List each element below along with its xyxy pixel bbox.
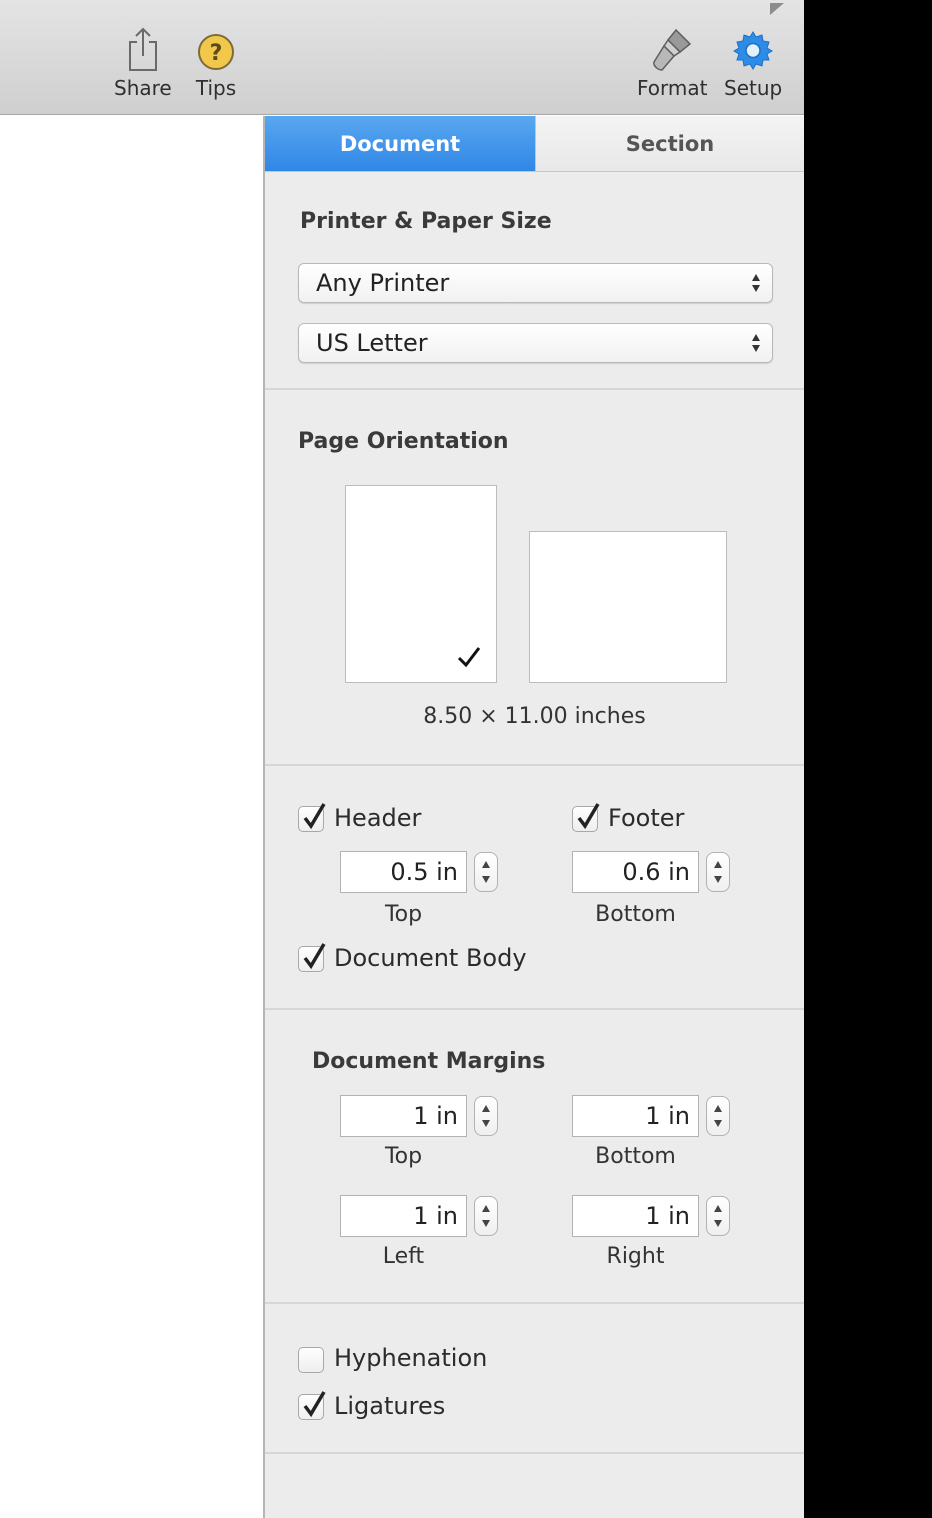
document-margins-heading: Document Margins	[312, 1049, 546, 1074]
divider	[265, 1302, 804, 1304]
document-canvas[interactable]	[0, 116, 263, 1518]
divider	[265, 1452, 804, 1454]
stepper-arrows-icon	[482, 1105, 490, 1127]
tab-section[interactable]: Section	[535, 116, 804, 171]
tips-label: Tips	[195, 76, 237, 100]
document-body-label: Document Body	[334, 944, 527, 972]
ligatures-label: Ligatures	[334, 1392, 446, 1420]
paintbrush-icon	[650, 22, 694, 72]
inspector-tabs: Document Section	[265, 116, 804, 172]
gear-icon	[731, 22, 775, 72]
margin-top-field[interactable]: 1 in	[340, 1095, 467, 1137]
portrait-orientation-option[interactable]	[345, 485, 497, 683]
footer-label: Footer	[608, 804, 685, 832]
margin-bottom-field[interactable]: 1 in	[572, 1095, 699, 1137]
tab-document[interactable]: Document	[265, 116, 535, 171]
margin-bottom-stepper[interactable]	[706, 1096, 730, 1136]
toolbar: Share ? Tips Format Setup	[0, 0, 804, 115]
footer-distance-stepper[interactable]	[706, 852, 730, 892]
stepper-arrows-icon	[482, 1205, 490, 1227]
paper-size-select[interactable]: US Letter	[298, 323, 773, 363]
setup-label: Setup	[724, 76, 783, 100]
margin-right-stepper[interactable]	[706, 1196, 730, 1236]
stepper-arrows-icon	[714, 1105, 722, 1127]
tips-button[interactable]: ? Tips	[194, 22, 238, 100]
footer-distance-field[interactable]: 0.6 in	[572, 851, 699, 893]
footer-checkbox[interactable]	[572, 803, 600, 832]
format-label: Format	[637, 76, 708, 100]
margin-left-label: Left	[382, 1244, 425, 1269]
format-button[interactable]: Format	[637, 22, 707, 100]
hyphenation-label: Hyphenation	[334, 1344, 488, 1372]
printer-paper-heading: Printer & Paper Size	[300, 209, 552, 234]
svg-text:?: ?	[210, 41, 223, 66]
document-inspector: Document Section Printer & Paper Size An…	[263, 116, 804, 1518]
popup-arrows-icon	[752, 274, 760, 292]
margin-left-field[interactable]: 1 in	[340, 1195, 467, 1237]
margin-top-label: Top	[384, 1144, 423, 1169]
checkmark-icon	[303, 943, 326, 970]
stepper-arrows-icon	[714, 1205, 722, 1227]
printer-select[interactable]: Any Printer	[298, 263, 773, 303]
stepper-arrows-icon	[714, 861, 722, 883]
question-mark-icon: ?	[194, 22, 238, 72]
checkmark-icon	[577, 803, 600, 830]
page-orientation-heading: Page Orientation	[298, 429, 509, 454]
share-icon	[121, 22, 165, 72]
footer-bottom-label: Bottom	[595, 902, 676, 927]
document-body-checkbox[interactable]	[298, 943, 326, 972]
margin-right-field[interactable]: 1 in	[572, 1195, 699, 1237]
checkmark-icon	[303, 803, 326, 830]
share-label: Share	[114, 76, 172, 100]
printer-select-value: Any Printer	[316, 269, 450, 297]
checkmark-icon	[457, 647, 481, 668]
header-top-label: Top	[384, 902, 423, 927]
divider	[265, 764, 804, 766]
header-distance-stepper[interactable]	[474, 852, 498, 892]
header-distance-field[interactable]: 0.5 in	[340, 851, 467, 893]
divider	[265, 388, 804, 390]
app-window: Share ? Tips Format Setup Document Secti…	[0, 0, 804, 1518]
fullscreen-icon[interactable]	[770, 0, 784, 15]
header-label: Header	[334, 804, 422, 832]
share-button[interactable]: Share	[114, 22, 172, 100]
popup-arrows-icon	[752, 334, 760, 352]
landscape-orientation-option[interactable]	[529, 531, 727, 683]
paper-size-select-value: US Letter	[316, 329, 428, 357]
ligatures-checkbox[interactable]	[298, 1391, 326, 1420]
setup-button[interactable]: Setup	[724, 22, 782, 100]
stepper-arrows-icon	[482, 861, 490, 883]
header-checkbox[interactable]	[298, 803, 326, 832]
margin-bottom-label: Bottom	[595, 1144, 676, 1169]
checkmark-icon	[303, 1391, 326, 1418]
paper-dimensions-caption: 8.50 × 11.00 inches	[423, 704, 646, 729]
hyphenation-checkbox[interactable]	[298, 1347, 324, 1373]
margin-right-label: Right	[606, 1244, 665, 1269]
margin-left-stepper[interactable]	[474, 1196, 498, 1236]
divider	[265, 1008, 804, 1010]
margin-top-stepper[interactable]	[474, 1096, 498, 1136]
